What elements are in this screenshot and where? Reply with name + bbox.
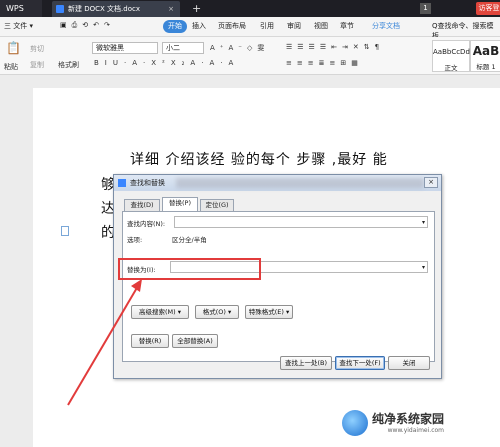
watermark-logo-icon [342, 410, 368, 436]
watermark-title: 纯净系统家园 [372, 412, 445, 426]
watermark-url: www.yidaimei.com [387, 427, 445, 434]
annotation-arrow [67, 279, 142, 406]
watermark: 纯净系统家园 www.yidaimei.com [372, 410, 444, 434]
